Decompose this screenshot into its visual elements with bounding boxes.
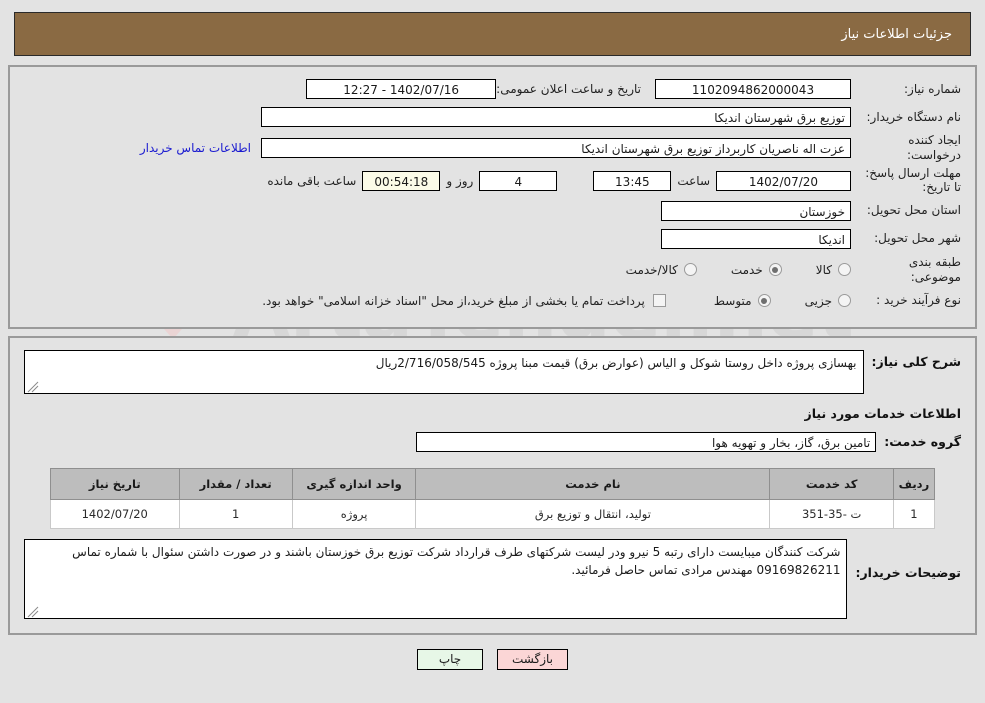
th-service-name: نام خدمت	[415, 467, 771, 500]
remaining-days-label: روز و	[446, 173, 474, 188]
footer-button-bar: بازگشت چاپ	[0, 648, 985, 670]
buyer-notes-value: شرکت کنندگان میبایست دارای رتبه 5 نیرو و…	[72, 544, 841, 577]
page-title: جزئیات اطلاعات نیاز	[841, 26, 952, 42]
radio-icon[interactable]	[838, 263, 851, 277]
cell-quantity: 1	[178, 498, 293, 529]
remaining-days-field[interactable]: 4	[479, 170, 558, 191]
cell-radif: 1	[892, 498, 936, 529]
process-type-radio-group: جزیی متوسط	[680, 294, 851, 308]
buyer-notes-textarea[interactable]: شرکت کنندگان میبایست دارای رتبه 5 نیرو و…	[24, 538, 848, 619]
category-option-khedmat[interactable]: خدمت	[731, 263, 782, 277]
requester-label: ایجاد کننده درخواست:	[907, 133, 961, 162]
row-need-number: شماره نیاز: 1102094862000043 تاریخ و ساع…	[24, 77, 961, 101]
need-details-panel: شرح کلی نیاز: بهسازی پروژه داخل روستا شو…	[8, 335, 977, 635]
process-option-label: متوسط	[713, 293, 752, 308]
row-requester: ایجاد کننده درخواست: عزت اله ناصریان کار…	[24, 133, 961, 163]
service-group-field[interactable]: تامین برق، گاز، بخار و تهویه هوا	[416, 431, 877, 452]
radio-icon[interactable]	[757, 294, 771, 308]
resize-grip-icon[interactable]	[27, 380, 39, 392]
th-quantity: تعداد / مقدار	[178, 467, 293, 500]
row-description: شرح کلی نیاز: بهسازی پروژه داخل روستا شو…	[24, 349, 961, 394]
row-province: استان محل تحویل: خوزستان	[24, 199, 961, 223]
process-type-label: نوع فرآیند خرید :	[876, 293, 961, 308]
th-radif: ردیف	[892, 467, 936, 500]
need-info-panel: شماره نیاز: 1102094862000043 تاریخ و ساع…	[8, 65, 977, 329]
countdown-field[interactable]: 00:54:18	[362, 170, 441, 191]
category-radio-group: کالا خدمت کالا/خدمت	[592, 263, 851, 277]
row-category: طبقه بندی موضوعی: کالا خدمت کالا/خدمت	[24, 255, 961, 285]
row-process-type: نوع فرآیند خرید : جزیی متوسط پرداخت تمام…	[24, 289, 961, 313]
remaining-hours-label: ساعت باقی مانده	[267, 173, 357, 188]
radio-icon[interactable]	[683, 263, 697, 277]
public-announce-label: تاریخ و ساعت اعلان عمومی:	[496, 82, 641, 96]
deadline-label: مهلت ارسال پاسخ: تا تاریخ:	[865, 166, 961, 194]
table-header-row: ردیف کد خدمت نام خدمت واحد اندازه گیری ت…	[50, 467, 936, 500]
row-service-group: گروه خدمت: تامین برق، گاز، بخار و تهویه …	[24, 430, 961, 454]
row-city: شهر محل تحویل: اندیکا	[24, 227, 961, 251]
th-need-date: تاریخ نیاز	[50, 467, 180, 500]
row-buyer-org: نام دستگاه خریدار: توزیع برق شهرستان اند…	[24, 105, 961, 129]
table-row: 1 ت -35-351 تولید، انتقال و توزیع برق پر…	[50, 498, 936, 529]
process-option-label: جزیی	[804, 293, 832, 308]
public-announce-field[interactable]: 1402/07/16 - 12:27	[306, 79, 497, 99]
category-option-kala[interactable]: کالا	[816, 263, 851, 277]
radio-icon[interactable]	[838, 294, 851, 308]
cell-unit: پروژه	[291, 498, 417, 529]
row-deadline: مهلت ارسال پاسخ: تا تاریخ: 1402/07/20 سا…	[24, 166, 961, 195]
category-option-kala-khedmat[interactable]: کالا/خدمت	[626, 263, 697, 277]
radio-icon[interactable]	[768, 263, 782, 277]
th-service-code: کد خدمت	[769, 467, 894, 500]
need-number-label: شماره نیاز:	[904, 81, 961, 96]
description-textarea[interactable]: بهسازی پروژه داخل روستا شوکل و الیاس (عو…	[24, 349, 864, 394]
deadline-time-label: ساعت	[677, 173, 710, 188]
buyer-org-field[interactable]: توزیع برق شهرستان اندیکا	[261, 107, 851, 127]
city-field[interactable]: اندیکا	[661, 228, 851, 249]
cell-need-date: 1402/07/20	[50, 498, 180, 529]
need-number-field[interactable]: 1102094862000043	[655, 79, 851, 99]
checkbox-icon[interactable]	[652, 294, 666, 308]
category-option-label: کالا/خدمت	[625, 262, 678, 277]
category-option-label: خدمت	[730, 262, 763, 277]
requester-field[interactable]: عزت اله ناصریان کاربرداز توزیع برق شهرست…	[261, 138, 851, 158]
cell-service-name: تولید، انتقال و توزیع برق	[415, 498, 771, 529]
services-table: ردیف کد خدمت نام خدمت واحد اندازه گیری ت…	[50, 467, 936, 529]
province-label: استان محل تحویل:	[866, 203, 961, 218]
treasury-bond-checkbox-wrap[interactable]: پرداخت تمام یا بخشی از مبلغ خرید،از محل …	[262, 294, 666, 308]
description-value: بهسازی پروژه داخل روستا شوکل و الیاس (عو…	[375, 355, 857, 370]
description-label: شرح کلی نیاز:	[871, 353, 961, 369]
back-button[interactable]: بازگشت	[497, 648, 568, 670]
th-unit: واحد اندازه گیری	[291, 467, 417, 500]
deadline-date-field[interactable]: 1402/07/20	[716, 170, 851, 191]
buyer-org-label: نام دستگاه خریدار:	[866, 109, 962, 124]
row-buyer-notes: توضیحات خریدار: شرکت کنندگان میبایست دار…	[24, 538, 961, 619]
process-option-motevaset[interactable]: متوسط	[714, 294, 771, 308]
cell-service-code: ت -35-351	[769, 498, 894, 529]
deadline-time-field[interactable]: 13:45	[593, 170, 672, 191]
buyer-contact-link[interactable]: اطلاعات تماس خریدار	[140, 141, 251, 155]
buyer-notes-label: توضیحات خریدار:	[855, 564, 961, 580]
services-section-title: اطلاعات خدمات مورد نیاز	[804, 405, 962, 421]
province-field[interactable]: خوزستان	[661, 200, 851, 221]
service-group-label: گروه خدمت:	[884, 434, 961, 450]
process-option-jozii[interactable]: جزیی	[805, 294, 851, 308]
category-option-label: کالا	[815, 262, 832, 277]
category-label: طبقه بندی موضوعی:	[908, 254, 961, 284]
resize-grip-icon[interactable]	[27, 605, 39, 617]
treasury-bond-text: پرداخت تمام یا بخشی از مبلغ خرید،از محل …	[262, 293, 645, 308]
print-button[interactable]: چاپ	[417, 648, 483, 670]
city-label: شهر محل تحویل:	[874, 231, 961, 246]
page-header: جزئیات اطلاعات نیاز	[14, 12, 971, 56]
